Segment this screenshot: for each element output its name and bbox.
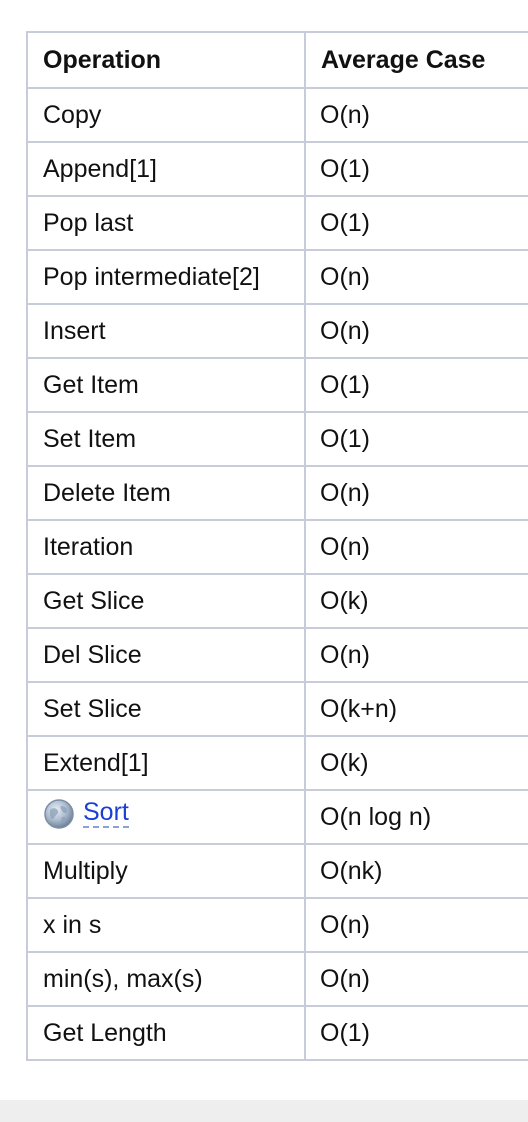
table-row: Set Item O(1) bbox=[26, 411, 528, 467]
sort-link[interactable]: Sort bbox=[43, 798, 129, 830]
operation-cell: Set Slice bbox=[26, 681, 306, 737]
operation-cell: Multiply bbox=[26, 843, 306, 899]
operation-cell: Sort bbox=[26, 789, 306, 845]
table-body: Copy O(n) Append[1] O(1) Pop last O(1) Pop int… bbox=[26, 87, 528, 1061]
average-case-cell: O(n) bbox=[304, 519, 528, 575]
header-operation: Operation bbox=[26, 31, 306, 89]
operation-cell: Pop intermediate[2] bbox=[26, 249, 306, 305]
average-case-cell: O(n) bbox=[304, 303, 528, 359]
table-row: Append[1] O(1) bbox=[26, 141, 528, 197]
header-average-case: Average Case bbox=[304, 31, 528, 89]
table-row: Get Length O(1) bbox=[26, 1005, 528, 1061]
average-case-cell: O(n) bbox=[304, 627, 528, 683]
operation-cell: Append[1] bbox=[26, 141, 306, 197]
average-case-cell: O(1) bbox=[304, 357, 528, 413]
table-row: Copy O(n) bbox=[26, 87, 528, 143]
table-row: Iteration O(n) bbox=[26, 519, 528, 575]
operation-cell: Set Item bbox=[26, 411, 306, 467]
average-case-cell: O(1) bbox=[304, 1005, 528, 1061]
operation-cell: Delete Item bbox=[26, 465, 306, 521]
table-row: Extend[1] O(k) bbox=[26, 735, 528, 791]
globe-icon bbox=[44, 798, 74, 829]
average-case-cell: O(n) bbox=[304, 951, 528, 1007]
operation-cell: Get Slice bbox=[26, 573, 306, 629]
table-row: Get Item O(1) bbox=[26, 357, 528, 413]
average-case-cell: O(k+n) bbox=[304, 681, 528, 737]
table-row: Sort O(n log n) bbox=[26, 789, 528, 845]
table-row: Get Slice O(k) bbox=[26, 573, 528, 629]
operation-cell: min(s), max(s) bbox=[26, 951, 306, 1007]
average-case-cell: O(n) bbox=[304, 249, 528, 305]
table-row: min(s), max(s) O(n) bbox=[26, 951, 528, 1007]
page-bottom-band bbox=[0, 1100, 528, 1122]
table-row: Multiply O(nk) bbox=[26, 843, 528, 899]
average-case-cell: O(nk) bbox=[304, 843, 528, 899]
average-case-cell: O(1) bbox=[304, 195, 528, 251]
table-row: Set Slice O(k+n) bbox=[26, 681, 528, 737]
table-row: Pop intermediate[2] O(n) bbox=[26, 249, 528, 305]
average-case-cell: O(n) bbox=[304, 897, 528, 953]
table-row: Insert O(n) bbox=[26, 303, 528, 359]
table-row: Delete Item O(n) bbox=[26, 465, 528, 521]
table-row: Del Slice O(n) bbox=[26, 627, 528, 683]
operation-cell: Del Slice bbox=[26, 627, 306, 683]
average-case-cell: O(1) bbox=[304, 141, 528, 197]
average-case-cell: O(n) bbox=[304, 87, 528, 143]
operation-cell: Pop last bbox=[26, 195, 306, 251]
table-row: x in s O(n) bbox=[26, 897, 528, 953]
average-case-cell: O(k) bbox=[304, 573, 528, 629]
operation-cell: Get Length bbox=[26, 1005, 306, 1061]
operation-cell: Extend[1] bbox=[26, 735, 306, 791]
operation-cell: Copy bbox=[26, 87, 306, 143]
average-case-cell: O(1) bbox=[304, 411, 528, 467]
average-case-cell: O(k) bbox=[304, 735, 528, 791]
operation-cell: Iteration bbox=[26, 519, 306, 575]
complexity-table: Operation Average Case Copy O(n) Append[1]… bbox=[26, 31, 528, 1061]
sort-link-label[interactable]: Sort bbox=[83, 799, 129, 828]
operation-cell: x in s bbox=[26, 897, 306, 953]
header-row: Operation Average Case bbox=[26, 31, 528, 89]
average-case-cell: O(n log n) bbox=[304, 789, 528, 845]
table-row: Pop last O(1) bbox=[26, 195, 528, 251]
operation-cell: Insert bbox=[26, 303, 306, 359]
average-case-cell: O(n) bbox=[304, 465, 528, 521]
operation-cell: Get Item bbox=[26, 357, 306, 413]
table-header: Operation Average Case bbox=[26, 31, 528, 89]
